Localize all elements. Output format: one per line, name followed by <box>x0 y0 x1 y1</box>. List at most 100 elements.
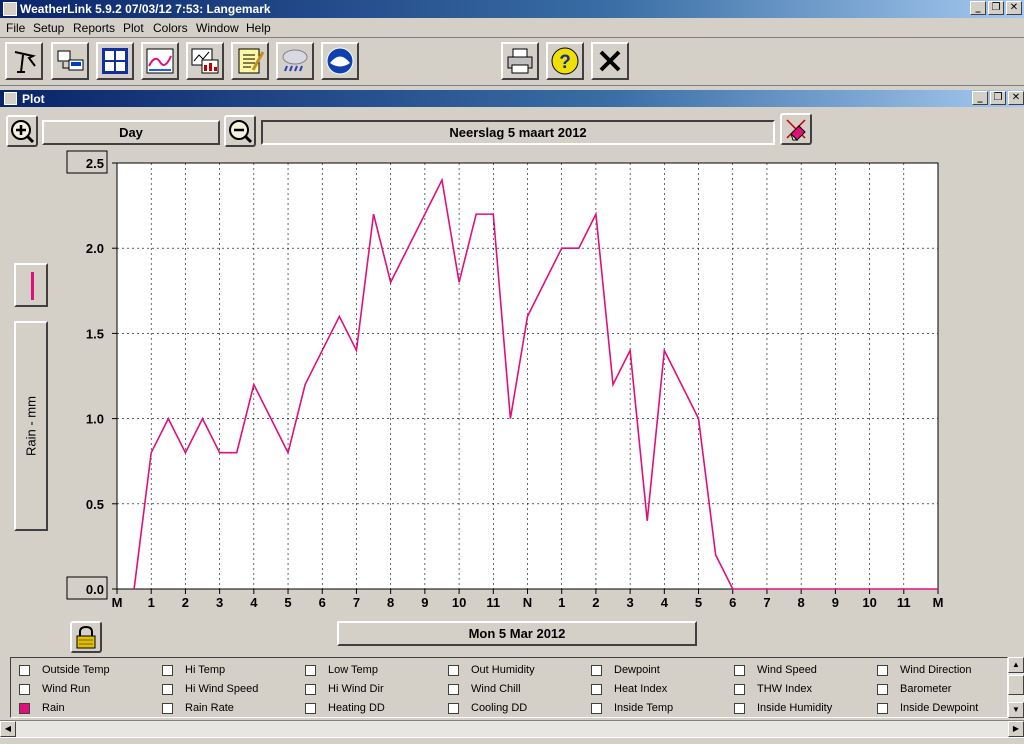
series-checkbox[interactable]: Rain <box>19 700 65 716</box>
checkbox[interactable] <box>305 702 316 714</box>
series-checkbox[interactable]: Inside Humidity <box>734 700 832 716</box>
menu-help[interactable]: Help <box>246 21 271 35</box>
series-checkbox[interactable]: Inside Temp <box>591 700 673 716</box>
checkbox[interactable] <box>591 664 602 676</box>
close-window-button[interactable]: ✕ <box>1006 1 1022 15</box>
checkbox[interactable] <box>734 702 745 714</box>
menu-reports[interactable]: Reports <box>73 21 115 35</box>
checkbox-label: Wind Direction <box>900 664 972 676</box>
station-button[interactable] <box>5 42 43 80</box>
series-checkbox[interactable]: Dewpoint <box>591 662 660 678</box>
series-checkbox[interactable]: THW Index <box>734 681 812 697</box>
checkbox[interactable] <box>162 664 173 676</box>
checkbox[interactable] <box>19 702 30 714</box>
bulletin-button[interactable] <box>96 42 134 80</box>
series-checkbox[interactable]: Wind Run <box>19 681 90 697</box>
print-button[interactable] <box>501 42 539 80</box>
rain-chart[interactable]: M 1 2 3 4 5 6 7 8 9 10 11 N 1 2 3 4 5 6 7 8 9 10 11 M 2.5 2.0 1.5 1.… <box>4 108 1020 638</box>
checkbox[interactable] <box>305 664 316 676</box>
y-tick-label: 1.0 <box>86 412 104 427</box>
x-tick-label: 7 <box>763 595 770 610</box>
vertical-scrollbar[interactable]: ▲ ▼ <box>1008 657 1024 718</box>
series-checkbox[interactable]: Rain Rate <box>162 700 234 716</box>
scroll-down-button[interactable]: ▼ <box>1008 702 1024 718</box>
checkbox[interactable] <box>734 664 745 676</box>
checkbox[interactable] <box>162 683 173 695</box>
summary-icon <box>146 48 174 74</box>
x-tick-label: 11 <box>486 595 500 610</box>
weather-button[interactable] <box>276 42 314 80</box>
menu-window[interactable]: Window <box>196 21 239 35</box>
series-checkbox[interactable]: Low Temp <box>305 662 378 678</box>
summary-button[interactable] <box>141 42 179 80</box>
series-checkbox[interactable]: Wind Speed <box>734 662 817 678</box>
x-tick-label: 11 <box>897 595 911 610</box>
restore-button[interactable]: ❐ <box>988 1 1004 15</box>
checkbox-label: Out Humidity <box>471 664 535 676</box>
noaa-button[interactable] <box>321 42 359 80</box>
checkbox[interactable] <box>734 683 745 695</box>
menu-setup[interactable]: Setup <box>33 21 64 35</box>
y-tick-label: 2.0 <box>86 241 104 256</box>
lock-button[interactable] <box>70 621 102 653</box>
checkbox[interactable] <box>19 664 30 676</box>
checkbox[interactable] <box>877 702 888 714</box>
series-checkbox[interactable]: Wind Direction <box>877 662 972 678</box>
checkbox[interactable] <box>19 683 30 695</box>
scroll-right-button[interactable]: ▶ <box>1008 721 1024 737</box>
series-checkbox[interactable]: Inside Dewpoint <box>877 700 978 716</box>
exit-button[interactable] <box>591 42 629 80</box>
checkbox-label: Dewpoint <box>614 664 660 676</box>
checkbox[interactable] <box>448 702 459 714</box>
y-tick-label: 1.5 <box>86 326 104 341</box>
series-checkbox[interactable]: Cooling DD <box>448 700 527 716</box>
series-checkbox[interactable]: Heating DD <box>305 700 385 716</box>
series-checkbox[interactable]: Outside Temp <box>19 662 110 678</box>
menu-plot[interactable]: Plot <box>123 21 144 35</box>
checkbox-label: Rain Rate <box>185 702 234 714</box>
browse-button[interactable] <box>186 42 224 80</box>
series-checkbox[interactable]: Heat Index <box>591 681 667 697</box>
scroll-left-button[interactable]: ◀ <box>0 721 16 737</box>
app-title: WeatherLink 5.9.2 07/03/12 7:53: Langema… <box>20 2 271 16</box>
series-checkbox[interactable]: Barometer <box>877 681 951 697</box>
x-tick-label: 10 <box>862 595 876 610</box>
checkbox[interactable] <box>877 664 888 676</box>
series-checkbox[interactable]: Hi Wind Dir <box>305 681 384 697</box>
series-checkbox[interactable]: Hi Temp <box>162 662 225 678</box>
checkbox[interactable] <box>591 683 602 695</box>
checkbox[interactable] <box>448 664 459 676</box>
notes-button[interactable] <box>231 42 269 80</box>
checkbox[interactable] <box>591 702 602 714</box>
series-checkbox-panel: Outside Temp Hi Temp Low Temp Out Humidity D… <box>10 657 1008 718</box>
x-tick-label: 3 <box>627 595 634 610</box>
checkbox[interactable] <box>305 683 316 695</box>
checkbox[interactable] <box>877 683 888 695</box>
y-tick-label: 0.0 <box>86 582 104 597</box>
scroll-thumb[interactable] <box>1008 675 1024 695</box>
series-checkbox[interactable]: Out Humidity <box>448 662 535 678</box>
plot-restore-button[interactable]: ❐ <box>990 91 1006 105</box>
plot-close-button[interactable]: ✕ <box>1008 91 1024 105</box>
help-button[interactable]: ? <box>546 42 584 80</box>
scroll-up-button[interactable]: ▲ <box>1008 657 1024 673</box>
date-label[interactable]: Mon 5 Mar 2012 <box>337 621 697 646</box>
browse-icon <box>191 48 219 74</box>
x-tick-label: 8 <box>798 595 805 610</box>
download-button[interactable] <box>51 42 89 80</box>
plot-minimize-button[interactable]: _ <box>972 91 988 105</box>
x-tick-label: 4 <box>661 595 669 610</box>
plot-area: Day Neerslag 5 maart 2012 Rain - mm M123… <box>4 108 1024 720</box>
menu-colors[interactable]: Colors <box>153 21 188 35</box>
horizontal-scrollbar[interactable]: ◀ ▶ <box>0 720 1024 737</box>
bulletin-icon <box>102 48 128 74</box>
series-checkbox[interactable]: Hi Wind Speed <box>162 681 258 697</box>
checkbox[interactable] <box>448 683 459 695</box>
series-checkbox[interactable]: Wind Chill <box>448 681 521 697</box>
checkbox[interactable] <box>162 702 173 714</box>
checkbox-label: Hi Wind Dir <box>328 683 384 695</box>
minimize-button[interactable]: _ <box>970 1 986 15</box>
checkbox-label: Wind Chill <box>471 683 521 695</box>
close-icon <box>599 50 621 72</box>
menu-file[interactable]: File <box>6 21 25 35</box>
